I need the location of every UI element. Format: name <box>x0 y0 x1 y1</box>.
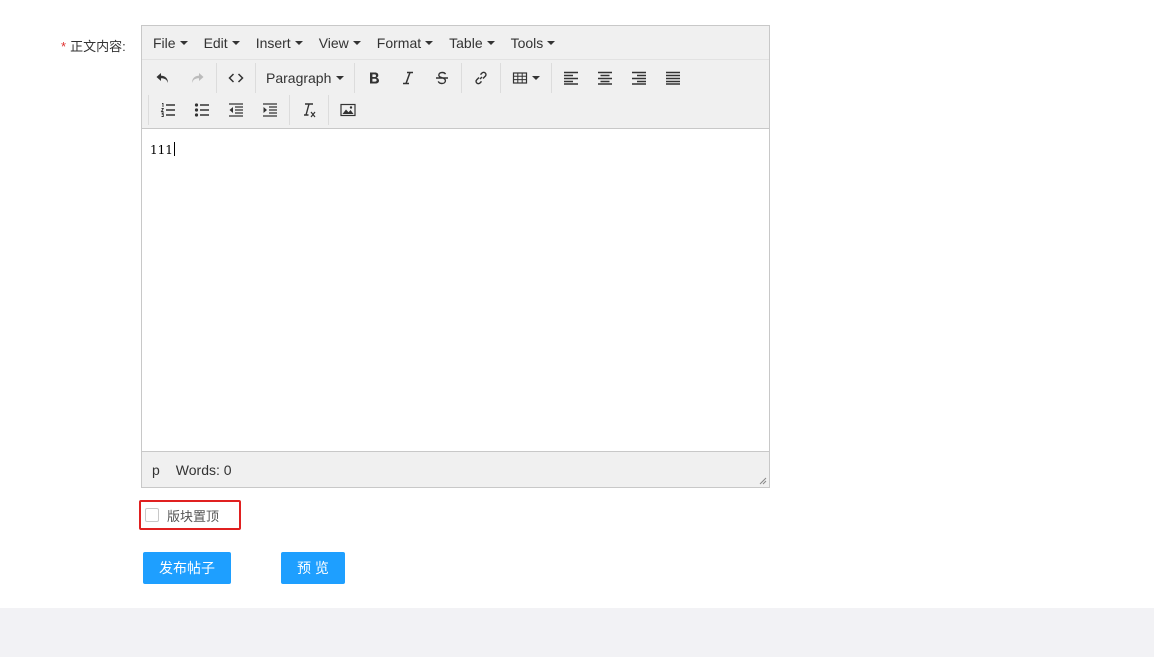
align-right-icon <box>632 71 647 85</box>
bold-icon <box>370 72 380 84</box>
toolbar-separator <box>354 63 356 93</box>
align-justify-button[interactable] <box>656 64 690 92</box>
redo-icon <box>192 73 204 83</box>
menu-table[interactable]: Table <box>441 26 502 59</box>
numbered-list-icon <box>160 103 175 117</box>
toolbar-separator <box>148 95 149 125</box>
align-left-icon <box>564 71 579 85</box>
source-code-button[interactable] <box>219 64 253 92</box>
required-mark: * <box>61 39 67 54</box>
toolbar-separator <box>216 63 217 93</box>
toolbar-row-2 <box>146 94 769 126</box>
block-format-select[interactable]: Paragraph <box>258 64 352 92</box>
align-center-icon <box>598 71 613 85</box>
menu-view-label: View <box>318 34 349 51</box>
undo-icon <box>156 73 168 83</box>
indent-button[interactable] <box>253 96 287 124</box>
caret-down-icon <box>486 40 495 45</box>
italic-icon <box>403 71 414 85</box>
toolbar-separator <box>500 63 502 93</box>
menu-edit[interactable]: Edit <box>196 26 248 59</box>
caret-down-icon <box>532 76 541 80</box>
strikethrough-button[interactable] <box>425 64 459 92</box>
page-footer-area <box>0 608 1154 657</box>
editor-content-text: 111 <box>150 143 173 157</box>
clear-formatting-button[interactable] <box>292 96 326 124</box>
italic-button[interactable] <box>391 64 425 92</box>
caret-down-icon <box>179 40 188 45</box>
align-left-button[interactable] <box>554 64 588 92</box>
bullet-list-icon <box>194 103 209 117</box>
content-field-label: * 正文内容: <box>61 36 126 55</box>
link-button[interactable] <box>464 64 498 92</box>
table-button[interactable] <box>503 64 549 92</box>
menu-tools[interactable]: Tools <box>503 26 564 59</box>
menu-edit-label: Edit <box>203 34 228 51</box>
editor-menubar: File Edit Insert View Format Table Tools <box>142 26 769 60</box>
pin-to-top-option[interactable]: 版块置顶 <box>139 500 241 530</box>
publish-post-label: 发布帖子 <box>159 560 215 576</box>
bold-button[interactable] <box>357 64 391 92</box>
menu-insert[interactable]: Insert <box>248 26 311 59</box>
toolbar-separator <box>551 63 553 93</box>
resize-handle-icon[interactable] <box>757 475 767 485</box>
caret-down-icon <box>425 40 434 45</box>
clear-formatting-icon <box>304 103 316 118</box>
editor-toolbar: Paragraph <box>142 60 769 129</box>
preview-button[interactable]: 预 览 <box>281 552 345 584</box>
menu-file-label: File <box>153 34 176 51</box>
block-format-value: Paragraph <box>266 70 332 86</box>
toolbar-row-1: Paragraph <box>146 62 769 94</box>
menu-view[interactable]: View <box>311 26 369 59</box>
redo-button[interactable] <box>180 64 214 92</box>
menu-tools-label: Tools <box>510 34 544 51</box>
image-icon <box>340 103 356 117</box>
align-center-button[interactable] <box>588 64 622 92</box>
editor-content-paragraph[interactable]: 111 <box>150 142 175 157</box>
menu-format-label: Format <box>376 34 422 51</box>
caret-down-icon <box>231 40 240 45</box>
menu-table-label: Table <box>449 34 483 51</box>
bullet-list-button[interactable] <box>185 96 219 124</box>
toolbar-separator <box>461 63 463 93</box>
toolbar-separator <box>328 95 329 125</box>
publish-post-button[interactable]: 发布帖子 <box>143 552 231 584</box>
caret-down-icon <box>294 40 303 45</box>
preview-label: 预 览 <box>297 560 329 576</box>
menu-file[interactable]: File <box>145 26 196 59</box>
rich-text-editor: File Edit Insert View Format Table Tools… <box>141 25 770 488</box>
table-icon <box>513 72 528 84</box>
numbered-list-button[interactable] <box>151 96 185 124</box>
outdent-button[interactable] <box>219 96 253 124</box>
menu-insert-label: Insert <box>255 34 291 51</box>
indent-icon <box>263 103 277 117</box>
link-icon <box>475 71 488 85</box>
editor-content-area[interactable]: 111 <box>142 129 769 449</box>
strikethrough-icon <box>436 71 449 85</box>
caret-down-icon <box>352 40 361 45</box>
outdent-icon <box>229 103 243 117</box>
caret-down-icon <box>336 76 345 80</box>
align-right-button[interactable] <box>622 64 656 92</box>
content-label-text: 正文内容: <box>70 39 126 54</box>
caret-down-icon <box>547 40 556 45</box>
toolbar-separator <box>289 95 290 125</box>
code-icon <box>228 73 244 83</box>
pin-to-top-label: 版块置顶 <box>167 508 220 524</box>
undo-button[interactable] <box>146 64 180 92</box>
text-cursor <box>173 142 175 156</box>
pin-to-top-checkbox[interactable] <box>145 508 159 522</box>
insert-image-button[interactable] <box>331 96 365 124</box>
editor-statusbar: p Words: 0 <box>142 451 769 487</box>
align-justify-icon <box>666 71 681 85</box>
menu-format[interactable]: Format <box>369 26 441 59</box>
element-path[interactable]: p <box>152 462 160 478</box>
toolbar-separator <box>255 63 256 93</box>
word-count: Words: 0 <box>175 461 232 478</box>
